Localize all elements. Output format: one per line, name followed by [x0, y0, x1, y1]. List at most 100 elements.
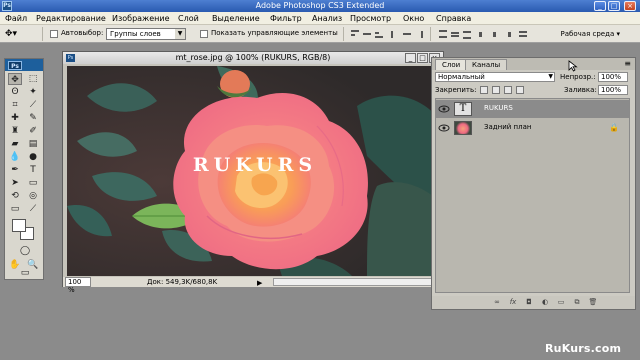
lock-position-icon[interactable]	[504, 86, 512, 94]
menu-help[interactable]: Справка	[436, 14, 471, 23]
menu-view[interactable]: Просмотр	[350, 14, 391, 23]
type-tool-icon[interactable]: T	[26, 164, 40, 176]
document-titlebar[interactable]: Ps mt_rose.jpg @ 100% (RUKURS, RGB/8) _ …	[63, 52, 443, 64]
quick-mask-icon[interactable]: ◯	[12, 245, 38, 257]
toolbox-header: Ps	[5, 59, 43, 71]
eye-icon[interactable]	[438, 122, 450, 134]
horizontal-scrollbar[interactable]	[273, 278, 441, 286]
document-status-bar: 100 % Док: 549,3K/680,8K ▶	[63, 277, 443, 294]
shape-tool-icon[interactable]: ▭	[26, 177, 40, 189]
adjustment-icon[interactable]: ◐	[540, 298, 550, 307]
distribute-hcenter-icon[interactable]	[490, 29, 500, 39]
blend-mode-dropdown[interactable]: Нормальный ▼	[435, 72, 555, 82]
blur-tool-icon[interactable]: 💧	[8, 151, 22, 163]
document-info: Док: 549,3K/680,8K	[147, 278, 218, 286]
lock-label: Закрепить:	[435, 86, 477, 94]
panel-menu-icon[interactable]: ≡	[624, 59, 631, 68]
maximize-button[interactable]: □	[608, 1, 620, 11]
align-bottom-icon[interactable]	[374, 29, 384, 39]
text-layer-thumbnail-icon: T	[454, 102, 472, 116]
distribute-bottom-icon[interactable]	[462, 29, 472, 39]
canvas-text-layer: RUKURS	[192, 154, 318, 176]
tab-layers[interactable]: Слои	[435, 59, 468, 70]
doc-minimize-button[interactable]: _	[405, 53, 416, 63]
align-vcenter-icon[interactable]	[362, 29, 372, 39]
align-hcenter-icon[interactable]	[402, 29, 412, 39]
magic-wand-icon[interactable]: ✦	[26, 86, 40, 98]
workspace-button[interactable]: Рабочая среда ▾	[560, 29, 620, 40]
align-right-icon[interactable]	[414, 29, 424, 39]
fill-input[interactable]: 100%	[598, 85, 628, 95]
distribute-right-icon[interactable]	[502, 29, 512, 39]
autoselect-checkbox[interactable]	[50, 30, 58, 38]
3d-rotate-icon[interactable]: ⟲	[8, 190, 22, 202]
menu-file[interactable]: Файл	[5, 14, 27, 23]
document-title: mt_rose.jpg @ 100% (RUKURS, RGB/8)	[175, 53, 331, 62]
show-controls-checkbox[interactable]	[200, 30, 208, 38]
panel-tabs: Слои Каналы ≡	[432, 58, 635, 70]
move-tool-icon[interactable]: ✥	[8, 73, 22, 85]
menu-window[interactable]: Окно	[403, 14, 424, 23]
marquee-tool-icon[interactable]: ⬚	[26, 73, 40, 85]
lock-all-icon[interactable]	[516, 86, 524, 94]
healing-brush-icon[interactable]: ✚	[8, 112, 22, 124]
path-select-icon[interactable]: ➤	[8, 177, 22, 189]
eye-icon[interactable]	[438, 103, 450, 115]
minimize-button[interactable]: _	[594, 1, 606, 11]
lock-icon: 🔒	[609, 123, 619, 132]
chevron-down-icon: ▼	[548, 73, 553, 80]
menu-select[interactable]: Выделение	[212, 14, 260, 23]
foreground-color-swatch[interactable]	[12, 219, 26, 232]
toolbox-panel: Ps ✥ ⬚ ʘ ✦ ⌗ ⟋ ✚ ✎ ♜ ✐ ▰ ▤ 💧 ● ✒ T ➤ ▭ ⟲…	[4, 58, 44, 280]
mask-icon[interactable]: ◘	[524, 298, 534, 307]
lock-transparent-icon[interactable]	[480, 86, 488, 94]
eraser-tool-icon[interactable]: ▰	[8, 138, 22, 150]
close-button[interactable]: ×	[624, 1, 636, 11]
lock-pixels-icon[interactable]	[492, 86, 500, 94]
history-brush-icon[interactable]: ✐	[26, 125, 40, 137]
3d-orbit-icon[interactable]: ◎	[26, 190, 40, 202]
align-top-icon[interactable]	[350, 29, 360, 39]
new-layer-icon[interactable]: ⧉	[572, 298, 582, 307]
pen-tool-icon[interactable]: ✒	[8, 164, 22, 176]
notes-tool-icon[interactable]: ▭	[8, 203, 22, 215]
brush-tool-icon[interactable]: ✎	[26, 112, 40, 124]
link-icon[interactable]: ∞	[492, 298, 502, 307]
eyedropper-icon[interactable]: ⟋	[26, 203, 40, 215]
window-title: Adobe Photoshop CS3 Extended	[255, 1, 385, 10]
lasso-tool-icon[interactable]: ʘ	[8, 86, 22, 98]
layer-row[interactable]: T RUKURS	[436, 100, 629, 118]
crop-tool-icon[interactable]: ⌗	[8, 99, 22, 111]
distribute-left-icon[interactable]	[478, 29, 488, 39]
clone-stamp-icon[interactable]: ♜	[8, 125, 22, 137]
distribute-vcenter-icon[interactable]	[450, 29, 460, 39]
menu-layer[interactable]: Слой	[178, 14, 199, 23]
menu-filter[interactable]: Фильтр	[270, 14, 302, 23]
screen-mode-icon[interactable]: ▭	[12, 267, 38, 279]
tool-preset-picker[interactable]: ✥▾	[5, 28, 33, 40]
menu-image[interactable]: Изображение	[112, 14, 170, 23]
options-bar: ✥▾ Автовыбор: Группы слоев ▼ Показать уп…	[0, 25, 640, 43]
slice-tool-icon[interactable]: ⟋	[26, 99, 40, 111]
autoselect-dropdown[interactable]: Группы слоев ▼	[106, 28, 186, 40]
auto-align-icon[interactable]	[518, 29, 528, 39]
layer-row[interactable]: Задний план 🔒	[436, 119, 629, 137]
status-menu-icon[interactable]: ▶	[257, 278, 262, 288]
gradient-tool-icon[interactable]: ▤	[26, 138, 40, 150]
doc-maximize-button[interactable]: □	[417, 53, 428, 63]
dodge-tool-icon[interactable]: ●	[26, 151, 40, 163]
title-bar: Ps Adobe Photoshop CS3 Extended _ □ ×	[0, 0, 640, 12]
layer-name: RUKURS	[484, 104, 513, 112]
zoom-field[interactable]: 100 %	[65, 277, 91, 294]
align-left-icon[interactable]	[390, 29, 400, 39]
fx-icon[interactable]: fx	[508, 298, 518, 307]
document-canvas[interactable]: RUKURS	[67, 66, 443, 276]
menu-analysis[interactable]: Анализ	[312, 14, 342, 23]
layer-name: Задний план	[484, 123, 532, 131]
distribute-top-icon[interactable]	[438, 29, 448, 39]
tab-channels[interactable]: Каналы	[465, 59, 508, 70]
folder-icon[interactable]: ▭	[556, 298, 566, 307]
menu-edit[interactable]: Редактирование	[36, 14, 106, 23]
trash-icon[interactable]: 🗑	[588, 298, 598, 307]
opacity-input[interactable]: 100%	[598, 72, 628, 82]
